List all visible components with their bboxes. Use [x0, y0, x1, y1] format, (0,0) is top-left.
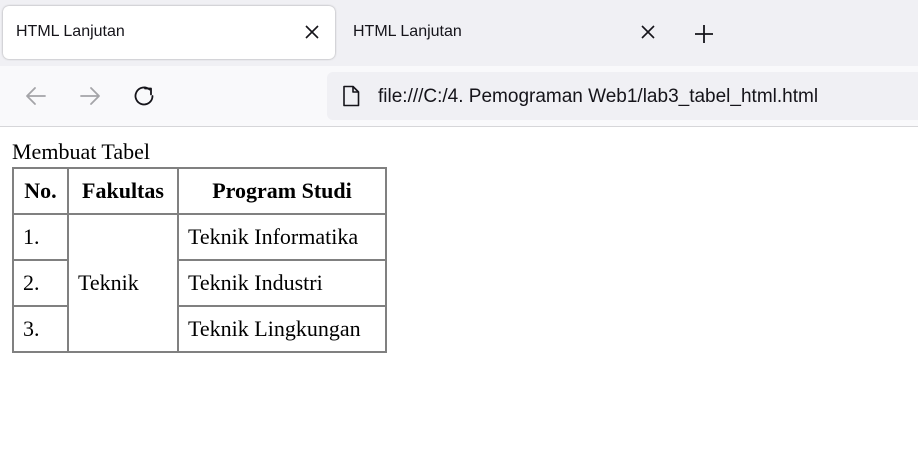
navigation-bar: file:///C:/4. Pemograman Web1/lab3_tabel… [0, 66, 918, 127]
page-heading: Membuat Tabel [12, 139, 150, 164]
tab-strip: HTML Lanjutan HTML Lanjutan [0, 0, 918, 66]
tab-title: HTML Lanjutan [353, 23, 462, 40]
arrow-right-icon[interactable] [76, 82, 104, 110]
cell-program: Teknik Informatika [178, 214, 386, 260]
address-bar[interactable]: file:///C:/4. Pemograman Web1/lab3_tabel… [327, 72, 918, 120]
file-icon [343, 85, 360, 107]
header-no: No. [13, 168, 68, 214]
plus-icon[interactable] [692, 22, 716, 46]
close-icon[interactable] [639, 23, 657, 41]
table-row: 1. Teknik Teknik Informatika [13, 214, 386, 352]
cell-program: Teknik Lingkungan [178, 306, 386, 352]
cell-fakultas: Teknik [68, 214, 178, 352]
reload-icon[interactable] [130, 82, 158, 110]
close-icon[interactable] [303, 23, 321, 41]
tab-title: HTML Lanjutan [16, 23, 125, 40]
cell-program: Teknik Industri [178, 260, 386, 306]
header-program-studi: Program Studi [178, 168, 386, 214]
tab-active[interactable]: HTML Lanjutan [3, 6, 335, 59]
url-text[interactable]: file:///C:/4. Pemograman Web1/lab3_tabel… [378, 86, 818, 108]
table-header-row: No. Fakultas Program Studi [13, 168, 386, 214]
arrow-left-icon[interactable] [22, 82, 50, 110]
cell-no: 1. [13, 214, 68, 260]
study-program-table: No. Fakultas Program Studi 1. Teknik Tek… [12, 167, 387, 353]
cell-no: 3. [13, 306, 68, 352]
cell-no: 2. [13, 260, 68, 306]
tab-inactive[interactable]: HTML Lanjutan [337, 6, 667, 59]
header-fakultas: Fakultas [68, 168, 178, 214]
page-content: Membuat Tabel No. Fakultas Program Studi… [0, 127, 918, 460]
